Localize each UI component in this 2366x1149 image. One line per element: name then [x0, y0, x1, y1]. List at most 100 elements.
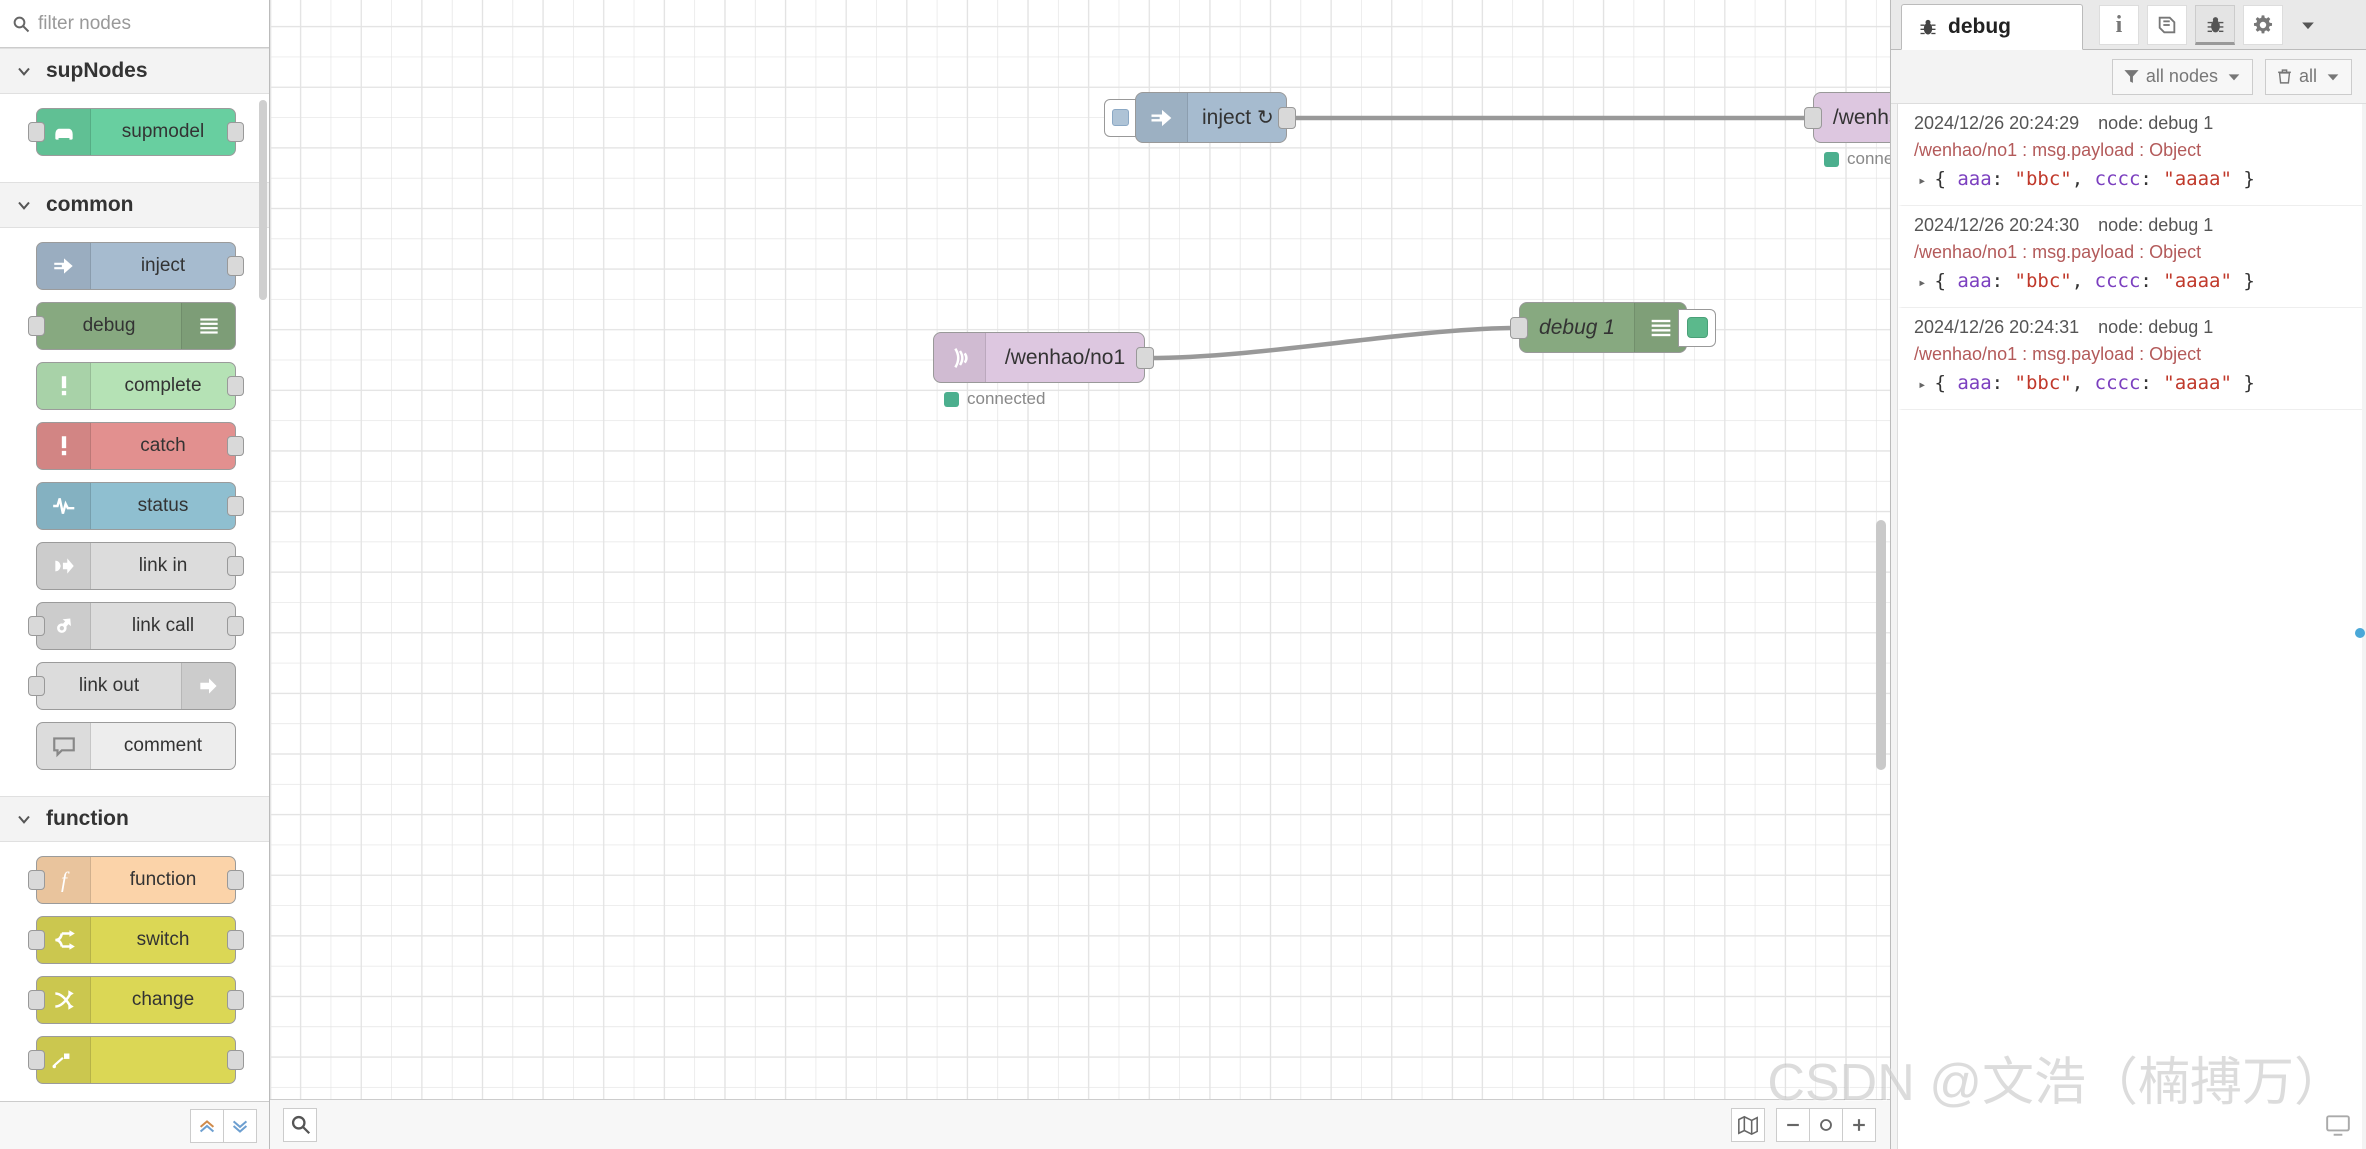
input-port[interactable]	[28, 676, 45, 696]
output-port[interactable]	[227, 930, 244, 950]
flow-canvas[interactable]: inject↻ /wenhao/no1 connected /wenhao/no…	[270, 0, 1890, 1149]
palette-node-range[interactable]	[28, 1036, 244, 1084]
debug-payload[interactable]: ▸ { aaa: "bbc", cccc: "aaaa" }	[1914, 270, 2350, 296]
output-port[interactable]	[227, 556, 244, 576]
input-port[interactable]	[28, 316, 45, 336]
flow-node-debug-node[interactable]: debug 1	[1510, 302, 1716, 353]
palette-node-status[interactable]: status	[36, 482, 244, 530]
output-port[interactable]	[227, 376, 244, 396]
status-dot	[1824, 151, 1839, 167]
debug-source-node: node: debug 1	[2098, 113, 2214, 133]
debug-message[interactable]: 2024/12/26 20:24:31 node: debug 1 /wenha…	[1898, 308, 2362, 410]
flow-node-label: inject	[1202, 105, 1252, 129]
palette-category-common[interactable]: common	[0, 182, 269, 228]
output-port[interactable]	[227, 1050, 244, 1070]
sidebar-resize-handle[interactable]	[2354, 610, 2366, 656]
output-port[interactable]	[227, 122, 244, 142]
vertical-scrollbar[interactable]	[1876, 520, 1886, 770]
input-port[interactable]	[28, 870, 45, 890]
palette-node-comment[interactable]: comment	[36, 722, 236, 770]
input-port[interactable]	[28, 616, 45, 636]
palette-node-change[interactable]: change	[28, 976, 244, 1024]
filter-nodes-label: all nodes	[2145, 66, 2218, 86]
range-icon	[37, 1037, 91, 1083]
right-sidebar: debug i all nodes all 2024/12/26 20:24:2…	[1890, 0, 2366, 1149]
output-port[interactable]	[227, 256, 244, 276]
chevron-down-icon	[2226, 69, 2242, 85]
search-flows-button[interactable]	[283, 1107, 317, 1142]
expand-triangle-icon[interactable]: ▸	[1918, 168, 1926, 194]
input-port[interactable]	[1510, 316, 1528, 339]
output-port[interactable]	[227, 616, 244, 636]
input-port[interactable]	[28, 930, 45, 950]
palette-search-bar[interactable]	[0, 0, 283, 48]
palette-node-link-call[interactable]: link call	[28, 602, 244, 650]
zoom-reset-button[interactable]	[1809, 1107, 1843, 1142]
flow-node-websocket-in-node[interactable]: /wenhao/no1 connected	[933, 332, 1154, 408]
input-port[interactable]	[1804, 106, 1822, 129]
display-icon[interactable]	[2318, 1105, 2358, 1145]
tab-debug[interactable]: debug	[1901, 4, 2083, 50]
palette-category-body: f function switch change	[0, 842, 269, 1101]
output-port[interactable]	[227, 990, 244, 1010]
input-port[interactable]	[28, 990, 45, 1010]
palette-category-label: supNodes	[46, 59, 148, 82]
filter-nodes-input[interactable]	[38, 12, 283, 35]
chevron-down-icon[interactable]	[2291, 5, 2325, 45]
expand-triangle-icon[interactable]: ▸	[1918, 270, 1926, 296]
output-port[interactable]	[227, 870, 244, 890]
debug-payload[interactable]: ▸ { aaa: "bbc", cccc: "aaaa" }	[1914, 168, 2350, 194]
flow-node-label: /wenhao/no1	[1004, 345, 1126, 369]
debug-topic: /wenhao/no1 : msg.payload : Object	[1914, 140, 2202, 160]
link-call-icon	[37, 603, 91, 649]
palette-category-supNodes[interactable]: supNodes	[0, 48, 269, 94]
palette-scrollbar[interactable]	[259, 100, 267, 300]
inject-trigger-button[interactable]	[1104, 98, 1136, 137]
debug-message[interactable]: 2024/12/26 20:24:29 node: debug 1 /wenha…	[1898, 104, 2362, 206]
palette-node-catch[interactable]: catch	[36, 422, 244, 470]
debug-message[interactable]: 2024/12/26 20:24:30 node: debug 1 /wenha…	[1898, 206, 2362, 308]
output-port[interactable]	[1278, 106, 1296, 129]
flow-workspace[interactable]: inject↻ /wenhao/no1 connected /wenhao/no…	[270, 0, 1890, 1149]
filter-nodes-dropdown[interactable]: all nodes	[2111, 58, 2253, 95]
zoom-in-button[interactable]	[1842, 1107, 1876, 1142]
palette-node-function[interactable]: f function	[28, 856, 244, 904]
flow-node-websocket-out-node[interactable]: /wenhao/no1 connected	[1804, 92, 1890, 168]
config-gear-icon-button[interactable]	[2243, 5, 2283, 45]
expand-triangle-icon[interactable]: ▸	[1918, 372, 1926, 398]
debug-toggle-button[interactable]	[1678, 308, 1716, 347]
palette-node-switch[interactable]: switch	[28, 916, 244, 964]
output-port[interactable]	[227, 436, 244, 456]
input-port[interactable]	[28, 122, 45, 142]
help-book-icon-button[interactable]	[2147, 5, 2187, 45]
collapse-all-button[interactable]	[190, 1108, 224, 1143]
palette-node-inject[interactable]: inject	[36, 242, 244, 290]
output-port[interactable]	[227, 496, 244, 516]
car-icon	[37, 109, 91, 155]
palette-node-label: complete	[124, 375, 202, 396]
debug-message-list[interactable]: 2024/12/26 20:24:29 node: debug 1 /wenha…	[1897, 104, 2362, 1149]
output-port[interactable]	[1136, 346, 1154, 369]
palette-node-label: switch	[136, 929, 190, 950]
palette-node-link-out[interactable]: link out	[28, 662, 236, 710]
clear-dropdown[interactable]: all	[2264, 58, 2352, 95]
expand-all-button[interactable]	[223, 1108, 257, 1143]
clear-label: all	[2298, 66, 2317, 86]
input-port[interactable]	[28, 1050, 45, 1070]
palette-category-body: inject debug complete catch status link …	[0, 228, 269, 796]
search-icon	[12, 15, 30, 33]
debug-bug-icon-button[interactable]	[2195, 5, 2235, 45]
palette-node-label: catch	[140, 435, 186, 456]
palette-node-debug[interactable]: debug	[28, 302, 236, 350]
zoom-out-button[interactable]	[1776, 1107, 1810, 1142]
navigator-button[interactable]	[1731, 1107, 1765, 1142]
palette-node-supmodel[interactable]: supmodel	[28, 108, 244, 156]
debug-payload[interactable]: ▸ { aaa: "bbc", cccc: "aaaa" }	[1914, 372, 2350, 398]
palette-node-complete[interactable]: complete	[36, 362, 244, 410]
palette-node-link-in[interactable]: link in	[36, 542, 244, 590]
flow-node-inject-node[interactable]: inject ↻	[1104, 92, 1296, 143]
palette-category-function[interactable]: function	[0, 796, 269, 842]
info-icon-button[interactable]: i	[2099, 5, 2139, 45]
status-dot	[944, 391, 959, 407]
debug-message-meta: 2024/12/26 20:24:30 node: debug 1	[1914, 215, 2350, 236]
